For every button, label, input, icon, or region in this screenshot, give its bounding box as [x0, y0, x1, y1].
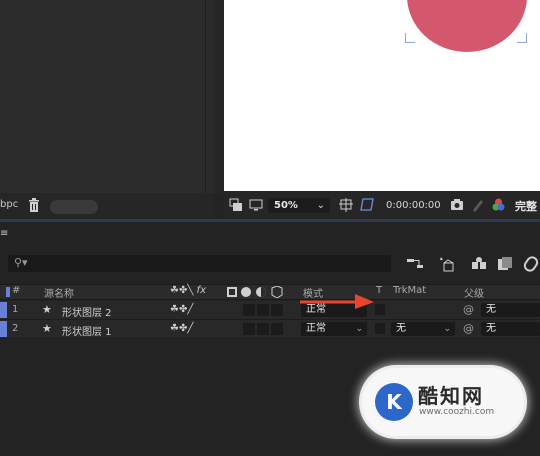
parent-pickwhip-icon[interactable]: @	[463, 322, 474, 335]
source-name-header[interactable]: 源名称	[44, 285, 74, 300]
project-scrollbar[interactable]	[50, 200, 98, 214]
zoom-dropdown[interactable]: 50% ⌄	[268, 198, 330, 213]
trash-icon[interactable]	[27, 197, 41, 213]
watermark-name: 酷知网	[418, 384, 484, 408]
shy-layers-icon[interactable]	[438, 255, 456, 273]
layer-name[interactable]: 形状图层 2	[62, 304, 112, 319]
search-icon[interactable]: ⚲▾	[14, 256, 28, 269]
always-preview-icon[interactable]	[229, 198, 243, 212]
number-column-icon: #	[12, 285, 21, 296]
monitor-icon[interactable]	[249, 198, 263, 212]
parent-pickwhip-icon[interactable]: @	[463, 303, 474, 316]
frame-blending-icon[interactable]	[470, 255, 488, 273]
layer-switch-box[interactable]	[271, 323, 283, 335]
layer-label-color[interactable]	[0, 321, 7, 337]
parent-dropdown[interactable]: 无	[481, 303, 540, 317]
grid-guides-icon[interactable]	[339, 198, 353, 212]
color-channels-icon[interactable]	[491, 197, 506, 212]
layer-switch-icons[interactable]: ☘✤╱	[170, 323, 193, 334]
resolution-dropdown[interactable]: 完整	[515, 198, 537, 214]
switch-icons	[227, 286, 283, 298]
switches-header-icons: ☘✤╲ fx	[170, 285, 206, 296]
layer-name[interactable]: 形状图层 1	[62, 323, 112, 338]
watermark-url: www.coozhi.com	[419, 407, 495, 417]
layer-number: 2	[12, 323, 19, 334]
chevron-down-icon: ⌄	[316, 200, 325, 211]
timeline-tab-bar	[0, 222, 540, 248]
preserve-transparency-toggle[interactable]	[375, 323, 385, 334]
layer-number: 1	[12, 304, 19, 315]
motion-blur-icon[interactable]	[496, 255, 514, 273]
camera-icon[interactable]	[450, 198, 464, 211]
layer-switch-box[interactable]	[257, 304, 269, 316]
comp-flowchart-icon[interactable]	[406, 255, 424, 273]
label-column-icon	[6, 287, 10, 297]
layer-switch-box[interactable]	[243, 304, 255, 316]
layer-switch-icons[interactable]: ☘✤╱	[170, 304, 193, 315]
blend-mode-dropdown[interactable]: 正常 ⌄	[301, 322, 367, 336]
mask-visibility-icon[interactable]	[359, 197, 375, 213]
trkmat-dropdown[interactable]: 无 ⌄	[391, 322, 455, 336]
chevron-down-icon: ⌄	[443, 324, 451, 334]
graph-editor-icon[interactable]	[522, 255, 540, 273]
project-panel	[0, 0, 215, 193]
show-snapshot-icon[interactable]	[471, 198, 485, 212]
shape-layer-star-icon: ★	[42, 322, 52, 335]
bit-depth-button[interactable]: bpc	[0, 199, 18, 210]
layer-label-color[interactable]	[0, 302, 7, 318]
bounding-box-handle[interactable]	[405, 33, 415, 43]
shape-layer-star-icon: ★	[42, 303, 52, 316]
bounding-box-handle[interactable]	[517, 33, 527, 43]
panel-menu-icon[interactable]: ≡	[0, 228, 8, 239]
trkmat-header[interactable]: TrkMat	[393, 285, 426, 296]
preserve-transparency-toggle[interactable]	[375, 304, 385, 315]
layer-search-input[interactable]	[8, 255, 391, 272]
chevron-down-icon: ⌄	[355, 324, 363, 334]
layer-switch-box[interactable]	[271, 304, 283, 316]
preserve-transparency-header[interactable]: T	[376, 285, 382, 296]
layer-switch-box[interactable]	[257, 323, 269, 335]
parent-header[interactable]: 父级	[464, 285, 484, 300]
current-time[interactable]: 0:00:00:00	[386, 200, 441, 211]
watermark-logo: K	[375, 383, 413, 421]
parent-dropdown[interactable]: 无	[481, 322, 540, 336]
layer-switch-box[interactable]	[243, 323, 255, 335]
annotation-arrow	[300, 294, 374, 309]
